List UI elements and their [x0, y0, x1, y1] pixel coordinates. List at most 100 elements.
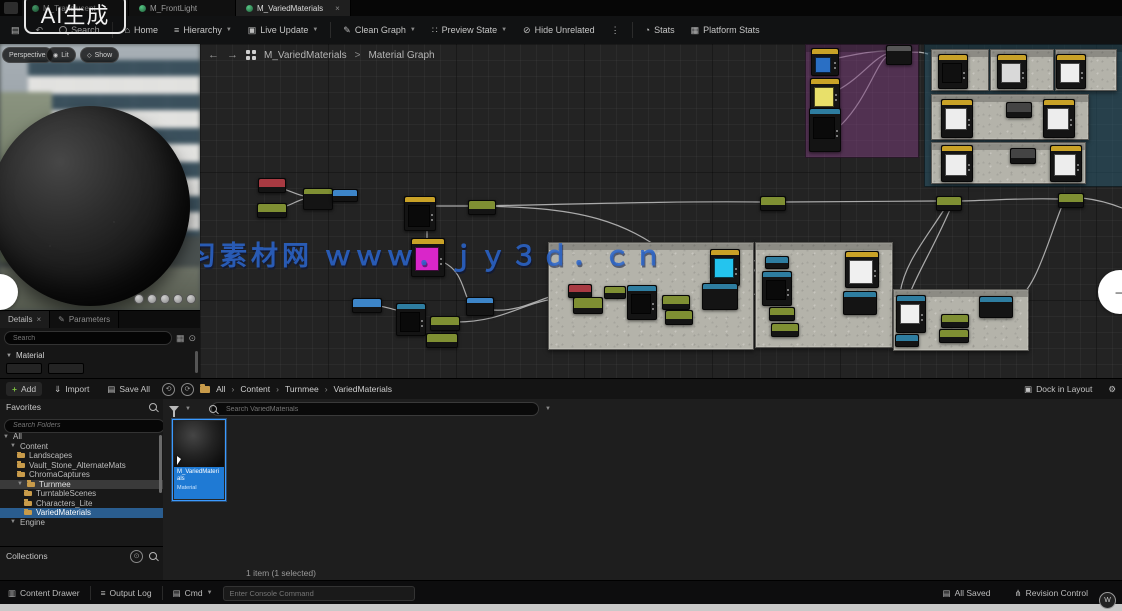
- twisty-icon[interactable]: ▼: [17, 481, 23, 487]
- tree-item-turnmee[interactable]: ▼Turnmee: [0, 480, 163, 490]
- back-arrow-icon[interactable]: ←: [208, 49, 219, 61]
- material-node[interactable]: [997, 54, 1027, 89]
- material-node[interactable]: [466, 297, 494, 316]
- material-node[interactable]: [895, 334, 919, 347]
- viewport-option-button[interactable]: [186, 294, 196, 304]
- material-node[interactable]: [1043, 99, 1075, 138]
- search-icon[interactable]: [149, 403, 157, 411]
- material-node[interactable]: [426, 333, 458, 348]
- folder-search-input[interactable]: [4, 419, 165, 433]
- asset-search-input[interactable]: [211, 402, 539, 416]
- console-command-input[interactable]: [223, 586, 415, 601]
- content-drawer-button[interactable]: ▥ Content Drawer: [2, 586, 86, 601]
- asset-tile-m-variedmaterials[interactable]: M_VariedMaterials Material: [172, 419, 226, 501]
- gear-icon[interactable]: ⚙: [1108, 384, 1116, 395]
- twisty-icon[interactable]: ▼: [10, 443, 16, 449]
- material-node[interactable]: [1058, 193, 1084, 208]
- material-node[interactable]: [762, 271, 792, 306]
- node-pins[interactable]: [735, 268, 737, 270]
- material-node[interactable]: [941, 99, 973, 138]
- kebab-menu-button[interactable]: ⋮: [604, 22, 627, 39]
- material-node[interactable]: [1056, 54, 1086, 89]
- breadcrumb-asset[interactable]: M_VariedMaterials: [264, 50, 347, 61]
- tab-m-variedmaterials[interactable]: M_VariedMaterials ×: [236, 0, 351, 16]
- node-pins[interactable]: [1022, 72, 1024, 74]
- material-node[interactable]: [710, 249, 740, 286]
- details-field[interactable]: [6, 363, 42, 374]
- path-turnmee[interactable]: Turnmee: [285, 384, 319, 394]
- material-node[interactable]: [811, 48, 839, 76]
- details-search-input[interactable]: [4, 331, 172, 345]
- material-node[interactable]: [771, 323, 799, 337]
- material-node[interactable]: [1010, 148, 1036, 164]
- viewport-option-button[interactable]: [160, 294, 170, 304]
- viewport-perspective-pill[interactable]: Perspective: [2, 47, 53, 63]
- hierarchy-button[interactable]: ≡ Hierarchy ▼: [167, 22, 239, 38]
- add-button[interactable]: + Add: [6, 382, 42, 396]
- history-back-button[interactable]: ⟲: [162, 383, 175, 396]
- material-node[interactable]: [886, 45, 912, 65]
- node-pins[interactable]: [431, 214, 433, 216]
- node-pins[interactable]: [787, 289, 789, 291]
- dock-in-layout-button[interactable]: ▣ Dock in Layout: [1018, 382, 1098, 397]
- favorites-header[interactable]: Favorites: [0, 399, 163, 414]
- path-all[interactable]: All: [216, 384, 225, 394]
- tree-item-characters-lite[interactable]: Characters_Lite: [0, 499, 163, 509]
- tree-item-all[interactable]: ▼All: [0, 432, 163, 442]
- node-pins[interactable]: [652, 303, 654, 305]
- material-node[interactable]: [573, 297, 603, 314]
- preview-state-button[interactable]: ∷ Preview State ▼: [425, 22, 514, 39]
- material-node[interactable]: [765, 256, 789, 269]
- material-node[interactable]: [769, 307, 795, 321]
- viewport-option-button[interactable]: [134, 294, 144, 304]
- search-icon[interactable]: [149, 552, 157, 560]
- tree-item-content[interactable]: ▼Content: [0, 442, 163, 452]
- keyboard-icon[interactable]: ▦: [176, 333, 185, 344]
- material-node[interactable]: [404, 196, 436, 231]
- material-node[interactable]: [430, 316, 460, 331]
- material-node[interactable]: [941, 145, 973, 182]
- forward-arrow-icon[interactable]: →: [227, 49, 238, 61]
- add-collection-icon[interactable]: ⊙: [130, 550, 143, 563]
- tab-m-frontlight[interactable]: M_FrontLight: [129, 0, 236, 16]
- node-pins[interactable]: [968, 164, 970, 166]
- all-saved-indicator[interactable]: ▤ All Saved: [937, 586, 997, 601]
- material-node[interactable]: [662, 295, 690, 310]
- material-node[interactable]: [627, 285, 657, 320]
- viewport-lit-pill[interactable]: ◉ Lit: [46, 47, 76, 63]
- details-scrollbar[interactable]: [195, 351, 198, 373]
- material-node[interactable]: [468, 200, 496, 215]
- node-pins[interactable]: [834, 62, 836, 64]
- cmd-dropdown[interactable]: ▤ Cmd ▼: [167, 586, 219, 601]
- material-node[interactable]: [938, 54, 968, 89]
- import-button[interactable]: ⇓ Import: [48, 382, 95, 397]
- settings-icon[interactable]: ⊙: [188, 333, 196, 344]
- node-pins[interactable]: [968, 119, 970, 121]
- tab-parameters[interactable]: ✎ Parameters: [50, 311, 119, 328]
- hide-unrelated-button[interactable]: ⊘ Hide Unrelated: [516, 22, 602, 39]
- chevron-down-icon[interactable]: ▼: [185, 406, 191, 412]
- node-pins[interactable]: [921, 314, 923, 316]
- material-node[interactable]: [941, 314, 969, 328]
- node-pins[interactable]: [835, 94, 837, 96]
- tree-item-variedmaterials[interactable]: VariedMaterials: [0, 508, 163, 518]
- twisty-icon[interactable]: ▼: [3, 434, 9, 440]
- material-node[interactable]: [939, 329, 969, 343]
- tree-item-vault-stone-alternatemats[interactable]: Vault_Stone_AlternateMats: [0, 461, 163, 471]
- tree-scrollbar[interactable]: [159, 435, 162, 493]
- material-node[interactable]: [1050, 145, 1082, 182]
- material-node[interactable]: [352, 298, 382, 313]
- material-node[interactable]: [303, 188, 333, 210]
- material-node[interactable]: [936, 196, 962, 211]
- revision-control-button[interactable]: ⋔ Revision Control: [1009, 586, 1095, 601]
- material-node[interactable]: [760, 196, 786, 211]
- material-node[interactable]: [896, 295, 926, 333]
- stats-button[interactable]: ◔ Stats: [638, 22, 682, 38]
- save-all-button[interactable]: ▤ Save All: [101, 382, 156, 397]
- material-node[interactable]: [702, 283, 738, 310]
- material-preview-viewport[interactable]: Perspective ◉ Lit ◇ Show: [0, 44, 200, 310]
- material-node[interactable]: [332, 189, 358, 202]
- details-section-material[interactable]: ▼ Material: [0, 348, 200, 363]
- platform-stats-button[interactable]: ▦ Platform Stats: [684, 22, 767, 39]
- node-pins[interactable]: [874, 270, 876, 272]
